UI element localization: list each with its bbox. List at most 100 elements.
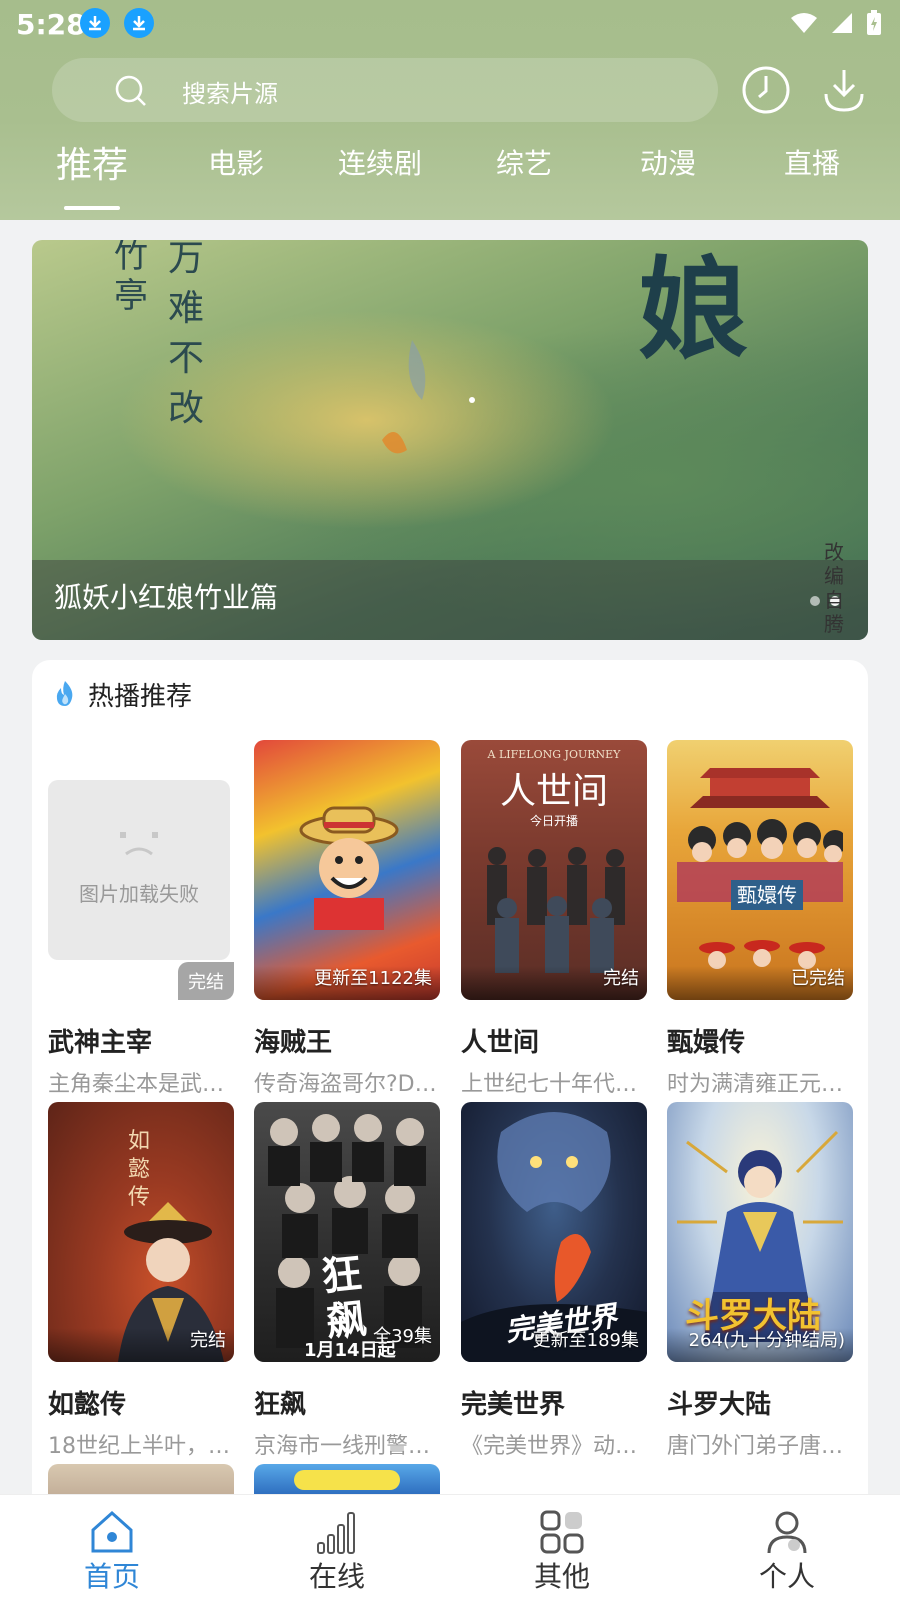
item-title: 斗罗大陆 [667, 1390, 772, 1420]
download-icon [824, 70, 864, 112]
item-title: 武神主宰 [48, 1028, 153, 1058]
item-desc: 京海市一线刑警安欣，... [254, 1434, 440, 1459]
active-tab-indicator [64, 206, 120, 210]
poster: 完美世界 更新至189集 [461, 1102, 647, 1362]
sad-face-icon [120, 832, 158, 856]
category-tabs: 推荐 电影 连续剧 综艺 动漫 直播 [0, 136, 900, 216]
pager-dot[interactable] [810, 596, 820, 606]
item-desc: 唐门外门弟子唐三，因... [667, 1434, 853, 1459]
image-failed-text: 图片加载失败 [79, 882, 199, 906]
item-title: 海贼王 [254, 1028, 333, 1058]
banner-art-text: 改编自腾 [824, 540, 844, 636]
download-button[interactable] [818, 64, 870, 116]
nav-label: 在线 [308, 1560, 365, 1593]
poster-text: 人世间 [499, 771, 608, 812]
list-item[interactable]: 甄嬛传 已完结 甄嬛传 时为满清雍正元年，后... [667, 740, 853, 1097]
episode-badge: 更新至1122集 [314, 968, 432, 989]
episode-badge: 已完结 [791, 968, 845, 989]
featured-banner[interactable]: 竹亭 万难不改 娘 改编自腾 狐妖小红娘竹业篇 [32, 240, 868, 640]
tab-series[interactable]: 连续剧 [338, 142, 422, 182]
poster-text: A LIFELONG JOURNEY [487, 748, 621, 761]
poster-partial[interactable] [48, 1464, 234, 1494]
search-icon [115, 75, 146, 106]
list-item[interactable]: 更新至1122集 海贼王 传奇海盗哥尔?D?罗杰... [254, 740, 440, 1097]
home-icon [91, 1510, 133, 1553]
poster: 更新至1122集 [254, 740, 440, 1000]
wifi-icon [791, 13, 817, 33]
episode-badge: 264(九十分钟结局) [688, 1330, 845, 1351]
poster-text: 狂飙 [319, 1249, 369, 1347]
list-item[interactable]: 图片加载失败 完结 武神主宰 主角秦尘本是武域中最... [48, 740, 234, 1097]
poster: 图片加载失败 完结 [48, 740, 234, 1000]
nav-other[interactable]: 其他 [502, 1495, 622, 1600]
poster-partial[interactable] [254, 1464, 440, 1494]
banner-art-text: 娘 [638, 245, 748, 374]
cell-signal-icon [832, 13, 852, 33]
status-bar: 5:28 [0, 0, 900, 48]
item-desc: 传奇海盗哥尔?D?罗杰... [254, 1072, 440, 1097]
battery-icon [867, 10, 881, 35]
nav-profile[interactable]: 个人 [727, 1495, 847, 1600]
fire-icon [56, 681, 73, 706]
item-title: 甄嬛传 [667, 1028, 746, 1058]
image-load-failed: 图片加载失败 [48, 780, 230, 960]
episode-badge: 完结 [178, 962, 234, 1000]
nav-home[interactable]: 首页 [52, 1495, 172, 1600]
tab-movies[interactable]: 电影 [208, 142, 264, 182]
tab-live[interactable]: 直播 [784, 142, 840, 182]
episode-badge: 更新至189集 [532, 1330, 639, 1351]
tab-anime[interactable]: 动漫 [640, 142, 696, 182]
poster: 如懿传 完结 [48, 1102, 234, 1362]
item-title: 狂飙 [254, 1390, 307, 1420]
list-item[interactable]: A LIFELONG JOURNEY 人世间 今日开播 完结 人世间 上世纪七十… [461, 740, 647, 1097]
list-item[interactable]: 狂飙 1月14日起 全39集 狂飙 京海市一线刑警安欣，... [254, 1102, 440, 1459]
poster-text: 如懿传 [128, 1129, 151, 1210]
signal-bars-icon [317, 1512, 355, 1554]
download-notification-icon [80, 8, 110, 38]
status-time: 5:28 [16, 8, 86, 41]
nav-label: 个人 [758, 1560, 815, 1593]
download-notification-icon [124, 8, 154, 38]
item-title: 完美世界 [461, 1390, 566, 1420]
tab-variety[interactable]: 综艺 [496, 142, 552, 182]
episode-badge: 完结 [603, 968, 639, 989]
item-title: 如懿传 [48, 1390, 127, 1420]
list-item[interactable]: 如懿传 完结 如懿传 18世纪上半叶，清朝乾... [48, 1102, 234, 1459]
banner-caption: 狐妖小红娘竹业篇 [54, 581, 279, 614]
episode-badge: 全39集 [373, 1326, 432, 1347]
section-title: 热播推荐 [88, 682, 193, 712]
list-item[interactable]: 斗罗大陆 264(九十分钟结局) 斗罗大陆 唐门外门弟子唐三，因... [667, 1102, 853, 1459]
poster-text: 甄嬛传 [731, 880, 803, 910]
item-desc: 18世纪上半叶，清朝乾... [48, 1434, 234, 1459]
tab-recommend[interactable]: 推荐 [56, 136, 128, 188]
banner-illustration [382, 340, 475, 454]
poster: A LIFELONG JOURNEY 人世间 今日开播 完结 [461, 740, 647, 1000]
history-button[interactable] [740, 64, 792, 116]
grid-icon [540, 1510, 584, 1554]
list-item[interactable]: 完美世界 更新至189集 完美世界 《完美世界》动画改编... [461, 1102, 647, 1459]
item-title: 人世间 [461, 1028, 540, 1058]
episode-badge: 完结 [190, 1330, 226, 1351]
poster-art [294, 1470, 400, 1490]
item-desc: 主角秦尘本是武域中最... [48, 1072, 234, 1097]
nav-online[interactable]: 在线 [277, 1495, 397, 1600]
poster-text: 今日开播 [529, 814, 578, 828]
clock-icon [742, 66, 790, 114]
banner-art-text: 竹亭 [114, 240, 148, 316]
nav-label: 其他 [533, 1560, 590, 1593]
poster: 甄嬛传 已完结 [667, 740, 853, 1000]
item-desc: 《完美世界》动画改编... [461, 1434, 647, 1459]
item-desc: 时为满清雍正元年，后... [667, 1072, 853, 1097]
nav-label: 首页 [83, 1560, 140, 1593]
item-desc: 上世纪七十年代，周家... [461, 1072, 647, 1097]
system-icons [790, 8, 882, 38]
bottom-nav: 首页 在线 其他 个人 [0, 1494, 900, 1600]
search-bar[interactable]: 搜索片源 [52, 58, 718, 122]
header: 5:28 搜索片源 推荐 电影 连续剧 综艺 动漫 直播 [0, 0, 900, 220]
banner-art-text: 万难不改 [168, 240, 205, 429]
search-placeholder: 搜索片源 [182, 80, 278, 108]
poster: 狂飙 1月14日起 全39集 [254, 1102, 440, 1362]
poster-art [677, 768, 843, 969]
person-icon [767, 1511, 807, 1554]
poster-art [299, 806, 399, 930]
